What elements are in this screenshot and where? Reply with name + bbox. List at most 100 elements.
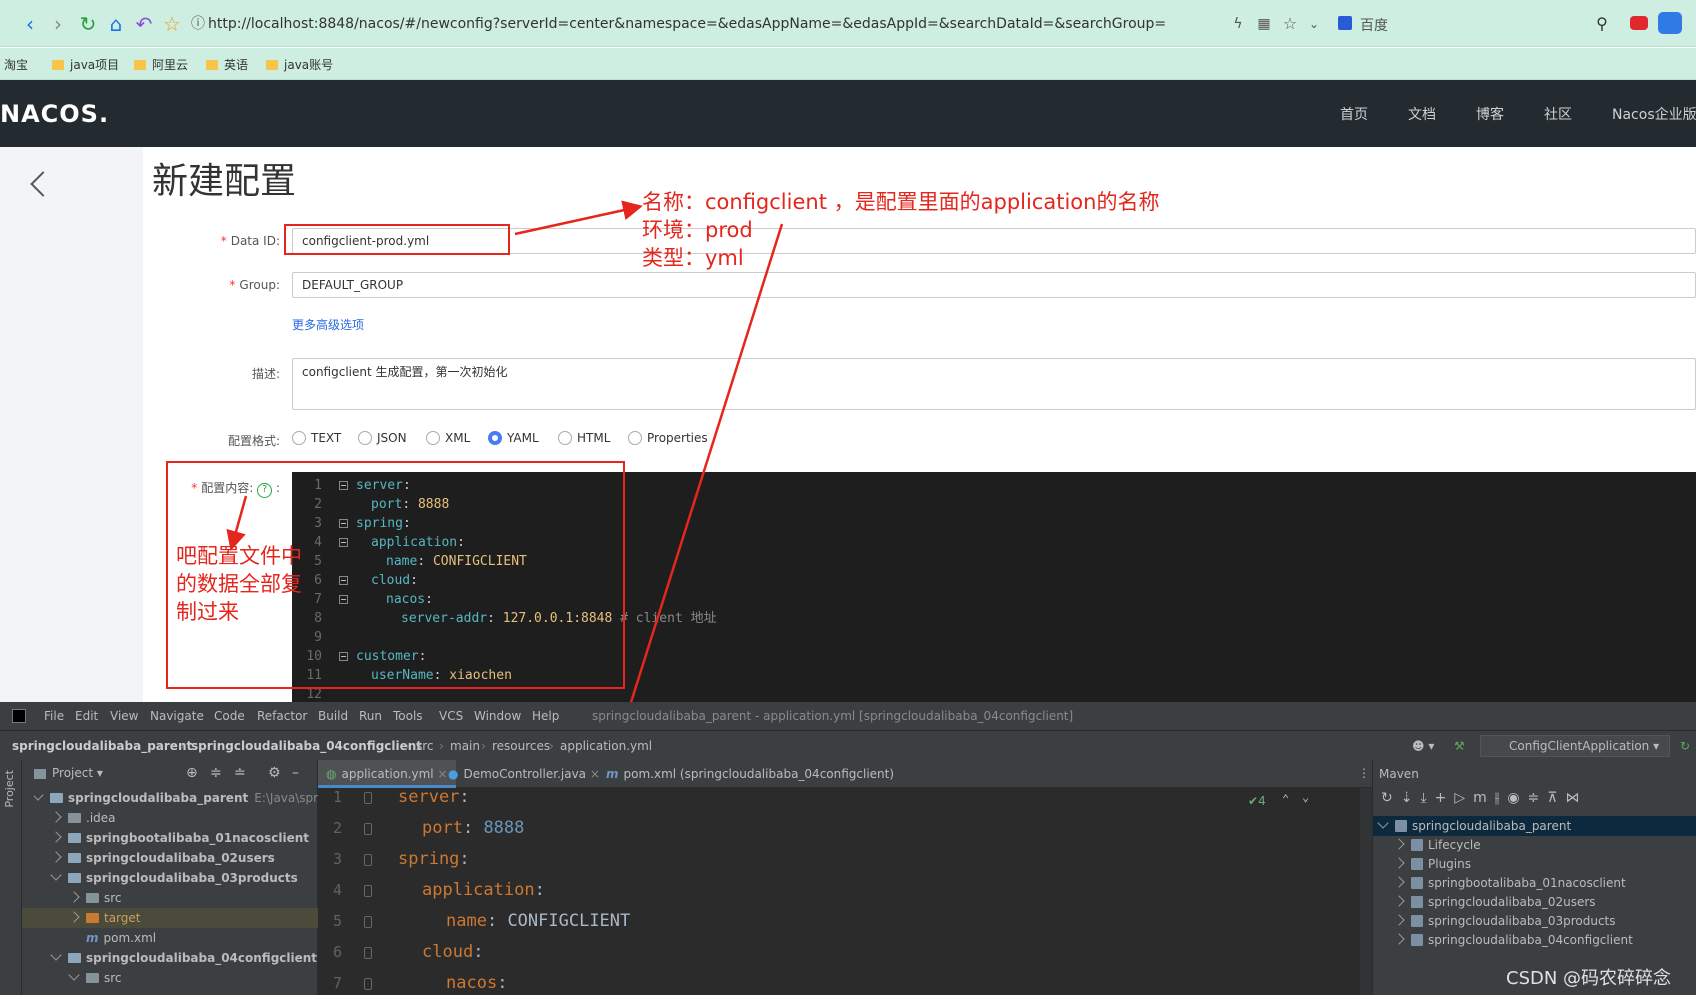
chevron-right-icon[interactable] xyxy=(68,891,80,903)
search-icon[interactable]: ⚲ xyxy=(1590,12,1614,36)
chevron-down-icon[interactable] xyxy=(50,949,62,961)
project-tree-item[interactable]: springcloudalibaba_04configclient xyxy=(50,948,317,968)
project-tree-item[interactable]: m pom.xml xyxy=(70,928,156,948)
nav-blog[interactable]: 博客 xyxy=(1476,104,1504,124)
locate-icon[interactable]: ⊕ xyxy=(186,765,198,781)
chevron-right-icon[interactable] xyxy=(1393,876,1405,888)
maven-tree-item[interactable]: springcloudalibaba_parent xyxy=(1373,816,1696,836)
menu-build[interactable]: Build xyxy=(318,709,348,723)
grid-icon[interactable]: ▦ xyxy=(1252,12,1276,36)
gutter-fold-icon[interactable] xyxy=(364,823,372,835)
chevron-right-icon[interactable] xyxy=(50,851,62,863)
gutter-fold-icon[interactable] xyxy=(364,978,372,990)
menu-refactor[interactable]: Refactor xyxy=(257,709,307,723)
chevron-down-icon[interactable] xyxy=(1377,817,1389,829)
undo-icon[interactable]: ↶ xyxy=(132,12,156,36)
bookmark-item[interactable]: java项目 xyxy=(52,56,119,73)
menu-vcs[interactable]: VCS xyxy=(439,709,463,723)
nav-docs[interactable]: 文档 xyxy=(1408,104,1436,124)
chevron-down-icon[interactable]: ⌄ xyxy=(1302,12,1326,36)
project-tree-item[interactable]: src xyxy=(68,888,122,908)
project-tree-item[interactable]: .idea xyxy=(50,808,116,828)
maven-tree-item[interactable]: springcloudalibaba_04configclient xyxy=(1393,930,1633,950)
cloud-extension-icon[interactable] xyxy=(1658,12,1682,34)
chevron-right-icon[interactable] xyxy=(1393,895,1405,907)
user-icon[interactable]: ☻ ▾ xyxy=(1412,739,1434,753)
breadcrumb-item[interactable]: src xyxy=(416,739,434,753)
breadcrumb-item[interactable]: springcloudalibaba_parent xyxy=(12,739,192,753)
bookmark-item[interactable]: 阿里云 xyxy=(134,56,188,73)
chevron-down-icon[interactable] xyxy=(34,789,44,801)
chevron-right-icon[interactable] xyxy=(50,811,62,823)
project-tree-item[interactable]: springbootalibaba_01nacosclient xyxy=(50,828,309,848)
gutter-fold-icon[interactable] xyxy=(364,916,372,928)
menu-edit[interactable]: Edit xyxy=(75,709,98,723)
gutter-fold-icon[interactable] xyxy=(364,854,372,866)
bookmark-item[interactable]: java账号 xyxy=(266,56,333,73)
gutter-fold-icon[interactable] xyxy=(364,947,372,959)
gutter-fold-icon[interactable] xyxy=(364,885,372,897)
advanced-options-link[interactable]: 更多高级选项 xyxy=(292,316,364,333)
hide-panel-icon[interactable]: – xyxy=(292,765,299,781)
bookmark-item[interactable]: 英语 xyxy=(206,56,248,73)
format-radio-html[interactable]: HTML xyxy=(558,431,610,445)
menu-navigate[interactable]: Navigate xyxy=(150,709,204,723)
project-tree-item[interactable]: target xyxy=(22,908,318,928)
maven-tree-item[interactable]: springcloudalibaba_02users xyxy=(1393,892,1596,912)
chevron-down-icon[interactable]: ⌄ xyxy=(1302,790,1309,804)
chevron-right-icon[interactable] xyxy=(1393,914,1405,926)
chevron-up-icon[interactable]: ⌃ xyxy=(1282,792,1289,806)
menu-code[interactable]: Code xyxy=(214,709,245,723)
run-icon[interactable]: ↻ xyxy=(1680,739,1690,753)
chevron-down-icon[interactable] xyxy=(68,969,80,981)
expand-all-icon[interactable]: ≐ xyxy=(234,765,246,781)
project-tool-button[interactable]: Project xyxy=(3,770,16,808)
inspection-ok-icon[interactable]: ✔4 xyxy=(1248,794,1266,808)
lightning-icon[interactable]: ϟ xyxy=(1226,12,1250,36)
run-config-select[interactable]: ConfigClientApplication ▾ xyxy=(1480,735,1670,757)
project-tree-item[interactable]: springcloudalibaba_parent E:\Java\springC… xyxy=(34,788,318,808)
nacos-logo[interactable]: NACOS. xyxy=(0,100,109,128)
project-tree-item[interactable]: springcloudalibaba_03products xyxy=(50,868,298,888)
breadcrumb-item[interactable]: application.yml xyxy=(560,739,652,753)
menu-view[interactable]: View xyxy=(110,709,138,723)
chevron-right-icon[interactable] xyxy=(1393,838,1405,850)
chevron-right-icon[interactable] xyxy=(1393,933,1405,945)
maven-toolbar[interactable]: ↻⇣⤓+▷m⫲◉≑⊼⋈ xyxy=(1381,790,1588,806)
reload-icon[interactable]: ↻ xyxy=(76,12,100,36)
project-view-select[interactable]: Project ▾ xyxy=(52,766,103,780)
address-bar[interactable]: http://localhost:8848/nacos/#/newconfig?… xyxy=(208,12,1228,36)
gutter-fold-icon[interactable] xyxy=(364,792,372,804)
nav-community[interactable]: 社区 xyxy=(1544,104,1572,124)
description-textarea[interactable]: configclient 生成配置，第一次初始化 xyxy=(292,358,1696,410)
chevron-right-icon[interactable] xyxy=(1393,857,1405,869)
maven-tree-item[interactable]: Lifecycle xyxy=(1393,835,1481,855)
format-radio-json[interactable]: JSON xyxy=(358,431,407,445)
breadcrumb-item[interactable]: main xyxy=(450,739,480,753)
extension-icon[interactable] xyxy=(1630,16,1648,30)
chevron-right-icon[interactable] xyxy=(50,831,62,843)
breadcrumb-item[interactable]: springcloudalibaba_04configclient xyxy=(191,739,422,753)
format-radio-yaml[interactable]: YAML xyxy=(488,431,539,445)
chevron-down-icon[interactable] xyxy=(50,869,62,881)
ide-code-editor[interactable]: 1 server: 2 port: 8888 3 spring: 4 applicatio… xyxy=(318,787,1372,995)
menu-help[interactable]: Help xyxy=(532,709,559,723)
home-icon[interactable]: ⌂ xyxy=(104,12,128,36)
collapse-all-icon[interactable]: ≑ xyxy=(210,765,222,781)
breadcrumb-item[interactable]: resources xyxy=(492,739,550,753)
build-hammer-icon[interactable]: ⚒ xyxy=(1454,739,1465,753)
nav-enterprise[interactable]: Nacos企业版 xyxy=(1612,104,1696,124)
format-radio-xml[interactable]: XML xyxy=(426,431,470,445)
maven-tree-item[interactable]: Plugins xyxy=(1393,854,1471,874)
star-icon[interactable]: ☆ xyxy=(160,12,184,36)
maven-tree-item[interactable]: springbootalibaba_01nacosclient xyxy=(1393,873,1626,893)
nav-home[interactable]: 首页 xyxy=(1340,104,1368,124)
menu-window[interactable]: Window xyxy=(474,709,521,723)
more-tabs-icon[interactable]: ⋮ xyxy=(1358,766,1370,780)
back-icon[interactable]: ‹ xyxy=(18,12,42,36)
project-tree-item[interactable]: springcloudalibaba_02users xyxy=(50,848,275,868)
scrollbar[interactable] xyxy=(1360,788,1372,995)
menu-file[interactable]: File xyxy=(44,709,64,723)
search-engine-label[interactable]: 百度 xyxy=(1360,15,1388,35)
back-chevron-icon[interactable] xyxy=(30,171,56,197)
